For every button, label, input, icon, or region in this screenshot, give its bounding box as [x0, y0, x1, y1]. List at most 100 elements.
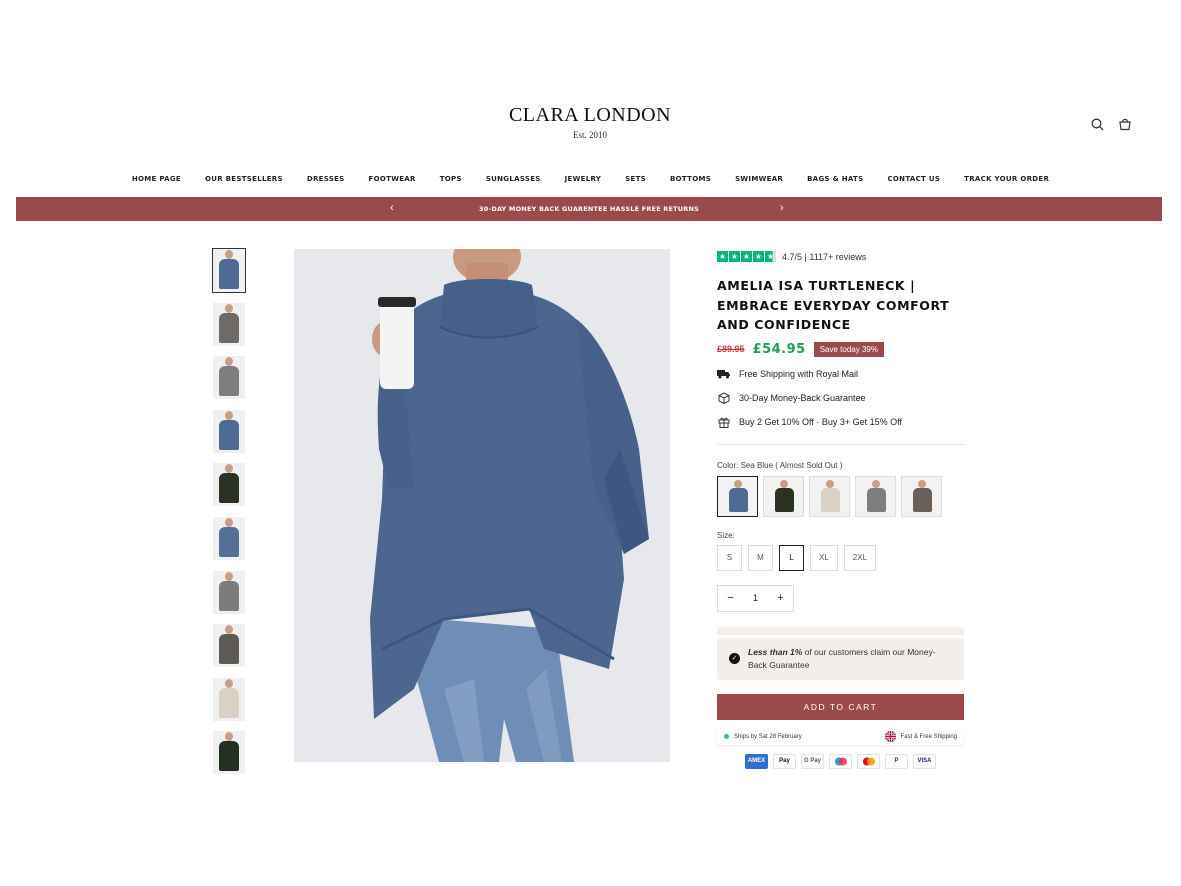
product-main-image[interactable]	[294, 249, 670, 762]
payment-icon: G Pay	[801, 753, 824, 769]
chevron-right-icon[interactable]: ›	[780, 202, 784, 214]
thumbnail-head	[225, 732, 233, 742]
uk-flag-icon	[884, 731, 896, 742]
product-title: AMELIA ISA TURTLENECK | EMBRACE EVERYDAY…	[717, 278, 950, 332]
current-price: £54.95	[752, 341, 806, 357]
thumbnail-head	[225, 410, 233, 420]
nav-item-bottoms[interactable]: BOTTOMS	[658, 175, 723, 183]
shipping-info: Ships by Sat 28 February Fast & Free Shi…	[717, 729, 964, 745]
model-photo	[294, 249, 670, 762]
payment-icon: AMEX	[745, 753, 768, 769]
color-label: Color: Sea Blue ( Almost Sold Out )	[717, 460, 843, 470]
brand-subtitle: Est. 2010	[572, 130, 607, 140]
product-thumbnail[interactable]	[213, 463, 245, 507]
brand-logo[interactable]: CLARA LONDON Est. 2010	[500, 104, 680, 140]
truck-icon	[717, 368, 731, 381]
check-icon: ✓	[729, 653, 740, 664]
cart-icon[interactable]	[1117, 116, 1133, 132]
product-thumbnail[interactable]	[213, 624, 245, 668]
swatch-head	[918, 479, 926, 488]
guarantee-text: Less than 1% of our customers claim our …	[748, 646, 954, 672]
size-option-xl[interactable]: XL	[810, 544, 838, 571]
color-swatch[interactable]	[809, 475, 850, 517]
nav-item-swimwear[interactable]: SWIMWEAR	[723, 175, 795, 183]
quantity-value[interactable]: 1	[743, 586, 768, 611]
divider	[717, 443, 964, 445]
plus-icon[interactable]: +	[768, 586, 793, 611]
feature-text: 30-Day Money-Back Guarantee	[739, 393, 866, 403]
product-thumbnail[interactable]	[213, 356, 245, 400]
nav-item-tops[interactable]: TOPS	[428, 175, 474, 183]
size-option-l[interactable]: L	[779, 544, 804, 571]
payment-methods: AMEX Pay G Pay P VISA	[717, 753, 964, 769]
color-swatch[interactable]	[763, 475, 804, 517]
nav-item-our-bestsellers[interactable]: OUR BESTSELLERS	[193, 175, 295, 183]
gift-icon	[717, 416, 731, 429]
main-navigation: HOME PAGE OUR BESTSELLERS DRESSES FOOTWEAR T…	[0, 175, 1181, 183]
thumbnail-garment	[219, 687, 239, 718]
swatch-head	[872, 479, 880, 488]
nav-item-sunglasses[interactable]: SUNGLASSES	[474, 175, 553, 183]
chevron-left-icon[interactable]: ‹	[390, 202, 394, 214]
nav-item-bags-hats[interactable]: BAGS & HATS	[795, 175, 875, 183]
color-swatches	[717, 475, 964, 517]
swatch-head	[734, 479, 742, 488]
product-thumbnail[interactable]	[213, 570, 245, 614]
feature-bundle: Buy 2 Get 10% Off · Buy 3+ Get 15% Off	[717, 416, 964, 429]
color-swatch[interactable]	[901, 475, 942, 517]
star-icon: ★	[753, 251, 764, 262]
thumbnail-head	[225, 625, 233, 635]
payment-icon: P	[885, 753, 908, 769]
product-thumbnail[interactable]	[213, 409, 245, 453]
nav-item-footwear[interactable]: FOOTWEAR	[357, 175, 428, 183]
size-option-2xl[interactable]: 2XL	[843, 544, 877, 571]
feature-text: Buy 2 Get 10% Off · Buy 3+ Get 15% Off	[739, 417, 903, 427]
thumbnail-head	[225, 517, 233, 527]
nav-item-sets[interactable]: SETS	[613, 175, 658, 183]
search-icon[interactable]	[1089, 116, 1105, 132]
announcement-bar: ‹ 30-DAY MONEY BACK GUARENTEE HASSLE FRE…	[16, 197, 1162, 221]
quantity-stepper: − 1 +	[717, 584, 794, 612]
product-thumbnail[interactable]	[212, 248, 246, 293]
feature-shipping: Free Shipping with Royal Mail	[717, 368, 964, 381]
thumbnail-garment	[219, 526, 239, 557]
feature-guarantee: 30-Day Money-Back Guarantee	[717, 392, 964, 405]
color-swatch[interactable]	[717, 475, 758, 517]
star-icon: ★	[729, 251, 740, 262]
box-icon	[717, 392, 731, 405]
header-actions	[1089, 116, 1133, 132]
brand-name: CLARA LONDON	[508, 104, 672, 126]
swatch-head	[826, 479, 834, 488]
nav-item-contact-us[interactable]: CONTACT US	[875, 175, 952, 183]
minus-icon[interactable]: −	[718, 586, 743, 611]
thumbnail-garment	[219, 741, 239, 772]
thumbnail-head	[225, 357, 233, 367]
color-swatch[interactable]	[855, 475, 896, 517]
thumbnail-garment	[219, 366, 239, 397]
nav-item-dresses[interactable]: DRESSES	[295, 175, 357, 183]
thumbnail-garment	[219, 634, 239, 665]
product-thumbnail[interactable]	[213, 677, 245, 721]
size-option-s[interactable]: S	[717, 544, 742, 571]
price-row: £89.95 £54.95 Save today 39%	[717, 341, 964, 357]
rating-row[interactable]: ★ ★ ★ ★ ★ 4.7/5 | 1117+ reviews	[717, 250, 964, 263]
product-thumbnail[interactable]	[213, 731, 245, 775]
nav-item-track-your-order[interactable]: TRACK YOUR ORDER	[952, 175, 1061, 183]
swatch-garment	[729, 487, 748, 512]
product-thumbnail[interactable]	[213, 516, 245, 560]
size-option-m[interactable]: M	[748, 544, 773, 571]
swatch-garment	[913, 487, 932, 512]
thumbnail-list	[212, 248, 246, 785]
thumbnail-garment	[219, 259, 239, 289]
shipping-badge-text: Fast & Free Shipping	[900, 733, 957, 740]
nav-item-home-page[interactable]: HOME PAGE	[120, 175, 193, 183]
swatch-garment	[867, 487, 886, 512]
thumbnail-head	[225, 678, 233, 688]
product-thumbnail[interactable]	[213, 302, 245, 346]
guarantee-bold: Less than 1%	[748, 646, 803, 657]
nav-item-jewelry[interactable]: JEWELRY	[553, 175, 614, 183]
add-to-cart-button[interactable]: ADD TO CART	[717, 693, 964, 720]
thumbnail-head	[225, 303, 233, 313]
size-label: Size:	[717, 530, 735, 540]
announcement-text: 30-DAY MONEY BACK GUARENTEE HASSLE FREE …	[479, 205, 699, 213]
